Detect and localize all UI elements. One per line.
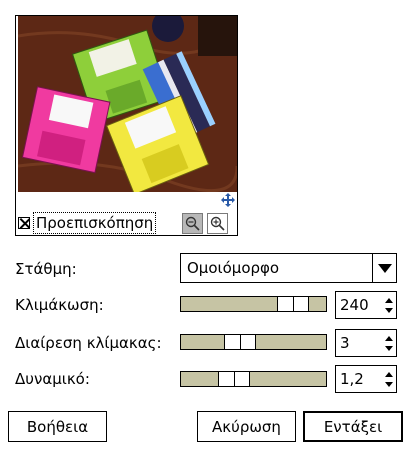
scale-division-value: 3: [340, 334, 350, 352]
spin-down-icon[interactable]: [385, 307, 393, 313]
scale-division-spinbox[interactable]: 3: [335, 329, 397, 357]
scaling-slider[interactable]: [180, 296, 327, 312]
alignment-value: Ομοιόμορφο: [187, 259, 280, 277]
scale-division-slider-thumb[interactable]: [224, 335, 256, 349]
preview-image: [18, 16, 237, 192]
potential-label: Δυναμικό:: [15, 370, 90, 388]
alignment-combo[interactable]: Ομοιόμορφο: [180, 253, 397, 283]
dialog: Προεπισκόπηση Στάθμη: Ομοιόμορφο Κλιμάκω…: [0, 0, 411, 451]
zoom-out-icon: [185, 216, 200, 231]
spin-down-icon[interactable]: [385, 381, 393, 387]
potential-slider-thumb[interactable]: [218, 372, 250, 386]
spin-down-icon[interactable]: [385, 345, 393, 351]
navigate-icon[interactable]: [221, 193, 235, 207]
zoom-in-button[interactable]: [207, 213, 228, 234]
preview-frame: Προεπισκόπηση: [15, 15, 238, 236]
help-button[interactable]: Βοήθεια: [8, 411, 107, 442]
preview-checkbox[interactable]: [18, 217, 30, 229]
potential-spinbox[interactable]: 1,2: [335, 365, 397, 393]
zoom-out-button[interactable]: [182, 213, 203, 234]
preview-label: Προεπισκόπηση: [33, 212, 157, 234]
ok-button[interactable]: Εντάξει: [303, 411, 403, 442]
scaling-label: Κλιμάκωση:: [15, 296, 104, 314]
preview-toggle[interactable]: Προεπισκόπηση: [18, 212, 157, 234]
spin-up-icon[interactable]: [385, 371, 393, 377]
potential-value: 1,2: [340, 370, 364, 388]
zoom-in-icon: [210, 216, 225, 231]
chevron-down-icon[interactable]: [372, 254, 396, 282]
potential-slider[interactable]: [180, 371, 327, 387]
spin-up-icon[interactable]: [385, 297, 393, 303]
alignment-label: Στάθμη:: [15, 260, 77, 278]
scale-division-label: Διαίρεση κλίμακας:: [15, 334, 162, 352]
scaling-spinbox[interactable]: 240: [335, 291, 397, 319]
cancel-button[interactable]: Ακύρωση: [197, 411, 296, 442]
scaling-slider-thumb[interactable]: [277, 297, 309, 311]
scaling-value: 240: [340, 296, 369, 314]
spin-up-icon[interactable]: [385, 335, 393, 341]
scale-division-slider[interactable]: [180, 334, 327, 350]
